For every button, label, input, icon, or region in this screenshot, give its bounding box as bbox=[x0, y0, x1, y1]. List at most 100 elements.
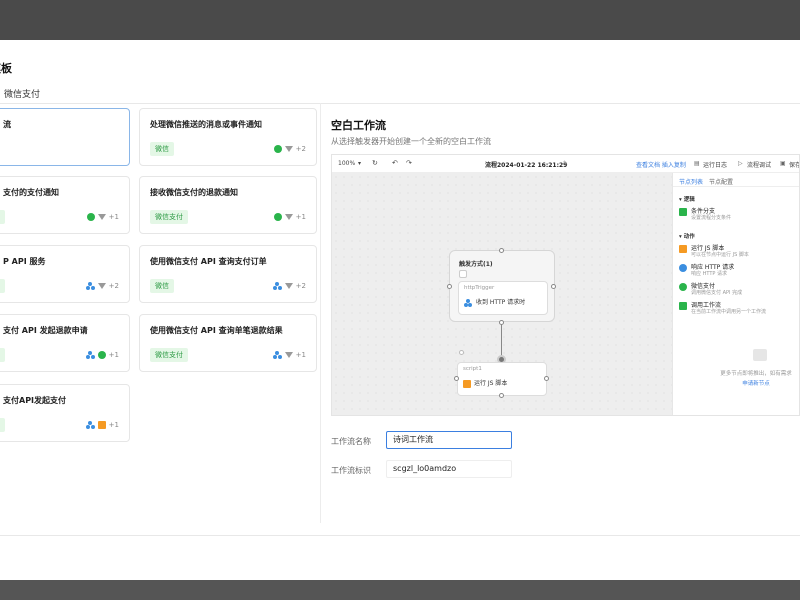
template-card-count: +1 bbox=[108, 213, 119, 221]
template-card-badge bbox=[0, 210, 5, 224]
template-card-count: +1 bbox=[108, 421, 119, 429]
toolbar-links[interactable]: 查看文档 插入复制 bbox=[636, 160, 686, 169]
script-bottom-port[interactable] bbox=[499, 393, 504, 398]
template-card[interactable]: 使用微信支付 API 查询单笔退款结果 微信支付 +1 bbox=[139, 314, 317, 372]
template-card-title: 支付 API 发起退款申请 bbox=[3, 326, 88, 335]
template-card-title: 处理微信推送的消息或事件通知 bbox=[150, 120, 262, 129]
script-node-body: 运行 JS 脚本 bbox=[463, 378, 507, 388]
js-script-icon bbox=[679, 245, 687, 253]
run-log-button[interactable]: 运行日志 bbox=[703, 160, 727, 169]
script-right-port[interactable] bbox=[544, 376, 549, 381]
template-card-title: P API 服务 bbox=[3, 257, 46, 266]
wechat-icon bbox=[273, 145, 282, 153]
node-panel: 节点列表 节点配置 ▾ 逻辑 条件分支 设置流程分支条件 ▾ 动作 运行 JS … bbox=[672, 173, 799, 415]
screen-bottom-band bbox=[0, 580, 800, 600]
node-item-js[interactable]: 运行 JS 脚本 可以在节点中运行 JS 脚本 bbox=[679, 243, 799, 261]
template-card[interactable]: 处理微信推送的消息或事件通知 微信 +2 bbox=[139, 108, 317, 166]
template-card-title: 流 bbox=[3, 120, 11, 129]
http-icon bbox=[679, 264, 687, 272]
wechat-pay-icon bbox=[86, 213, 95, 221]
template-card-count: +1 bbox=[295, 351, 306, 359]
edit-title-icon[interactable]: ✎ bbox=[563, 160, 568, 167]
group-right-port[interactable] bbox=[551, 284, 556, 289]
http-icon bbox=[85, 351, 95, 359]
template-card-title: 使用微信支付 API 查询支付订单 bbox=[150, 257, 267, 266]
modal-title: 模板 bbox=[0, 62, 12, 75]
group-top-port[interactable] bbox=[499, 248, 504, 253]
workflow-name-input[interactable]: 诗词工作流 bbox=[386, 431, 512, 449]
save-button[interactable]: 保存 bbox=[789, 160, 799, 169]
http-icon bbox=[272, 351, 282, 359]
http-icon bbox=[272, 282, 282, 290]
template-card-icons: +2 bbox=[272, 279, 306, 293]
run-log-icon: ▤ bbox=[694, 160, 700, 167]
template-card-count: +2 bbox=[295, 282, 306, 290]
zoom-chevron-icon: ▾ bbox=[358, 160, 362, 167]
flow-canvas[interactable]: 触发方式(1) httpTrigger 收到 HTTP 请求时 script1 bbox=[332, 173, 672, 415]
wechat-pay-icon bbox=[679, 283, 687, 291]
workflow-name-label: 工作流名称 bbox=[331, 437, 371, 446]
tab-node-config[interactable]: 节点配置 bbox=[709, 177, 733, 186]
filter-icon bbox=[284, 146, 293, 152]
filter-icon bbox=[284, 283, 293, 289]
undo-icon[interactable]: ↶ bbox=[392, 159, 398, 167]
node-item-wechat-pay[interactable]: 微信支付 调用微信支付 API 完成 bbox=[679, 281, 799, 299]
template-card[interactable]: 支付的支付通知 +1 bbox=[0, 176, 130, 234]
zoom-select[interactable]: 100% bbox=[338, 160, 355, 167]
template-card[interactable]: P API 服务 +2 bbox=[0, 245, 130, 303]
template-card-title: 使用微信支付 API 查询单笔退款结果 bbox=[150, 326, 283, 335]
connection-line bbox=[501, 322, 502, 357]
script-node[interactable]: script1 运行 JS 脚本 bbox=[457, 362, 547, 396]
tab-wechat-pay[interactable]: 微信支付 bbox=[4, 87, 40, 100]
template-modal: 模板 微信支付 流处理微信推送的消息或事件通知微信+2支付的支付通知+1接收微信… bbox=[0, 40, 800, 580]
node-item-subflow[interactable]: 调用工作流 在当前工作流中调用另一个工作流 bbox=[679, 300, 799, 318]
wechat-pay-icon bbox=[273, 213, 282, 221]
workflow-editor-preview: 100% ▾ ↻ ↶ ↷ 流程2024-01-22 16:21:29 ✎ 查看文… bbox=[331, 154, 800, 416]
http-icon bbox=[85, 421, 95, 429]
template-card[interactable]: 流 bbox=[0, 108, 130, 166]
node-item-http[interactable]: 响应 HTTP 请求 响应 HTTP 请求 bbox=[679, 262, 799, 280]
script-left-port[interactable] bbox=[454, 376, 459, 381]
group-left-port[interactable] bbox=[447, 284, 452, 289]
footer-divider bbox=[0, 535, 800, 536]
template-card-icons: +2 bbox=[85, 279, 119, 293]
trigger-node-head: httpTrigger bbox=[464, 285, 495, 291]
trigger-node-body: 收到 HTTP 请求时 bbox=[464, 297, 525, 307]
trigger-group[interactable]: 触发方式(1) httpTrigger 收到 HTTP 请求时 bbox=[449, 250, 555, 322]
template-card-icons: +1 bbox=[85, 418, 119, 432]
template-card[interactable]: 支付API发起支付 +1 bbox=[0, 384, 130, 442]
template-card-icons: +1 bbox=[86, 210, 119, 224]
refresh-icon[interactable]: ↻ bbox=[372, 159, 378, 167]
workflow-id-input[interactable]: scgzl_lo0amdzo bbox=[386, 460, 512, 478]
branch-icon bbox=[679, 208, 687, 216]
screen-top-band bbox=[0, 0, 800, 40]
debug-button[interactable]: 流程调试 bbox=[747, 160, 771, 169]
redo-icon[interactable]: ↷ bbox=[406, 159, 412, 167]
workflow-id-label: 工作流标识 bbox=[331, 466, 371, 475]
request-node-link[interactable]: 申请新节点 bbox=[713, 379, 799, 387]
template-card[interactable]: 使用微信支付 API 查询支付订单微信 +2 bbox=[139, 245, 317, 303]
group-bottom-port[interactable] bbox=[499, 320, 504, 325]
template-card-badge: 微信 bbox=[150, 279, 174, 293]
js-script-icon bbox=[97, 421, 106, 429]
node-panel-tabs: 节点列表 节点配置 bbox=[673, 173, 799, 187]
template-card[interactable]: 支付 API 发起退款申请 +1 bbox=[0, 314, 130, 372]
empty-hint: 更多节点即将推出，如有需求 申请新节点 bbox=[713, 369, 799, 387]
script-select-handle[interactable] bbox=[459, 350, 464, 355]
template-card[interactable]: 接收微信支付的退款通知 微信支付 +1 bbox=[139, 176, 317, 234]
node-item-condition[interactable]: 条件分支 设置流程分支条件 bbox=[679, 206, 799, 224]
template-card-badge bbox=[0, 418, 5, 432]
http-icon bbox=[464, 298, 473, 307]
template-card-count: +1 bbox=[108, 351, 119, 359]
template-card-icons: +1 bbox=[85, 348, 119, 362]
flow-title: 流程2024-01-22 16:21:29 bbox=[485, 162, 568, 169]
template-card-badge bbox=[0, 279, 5, 293]
template-card-count: +2 bbox=[108, 282, 119, 290]
wechat-pay-icon bbox=[97, 351, 106, 359]
trigger-node[interactable]: httpTrigger 收到 HTTP 请求时 bbox=[458, 281, 548, 315]
template-card-title: 接收微信支付的退款通知 bbox=[150, 188, 238, 197]
template-card-icons: +2 bbox=[273, 142, 306, 156]
template-card-icons: +1 bbox=[272, 348, 306, 362]
editor-toolbar: 100% ▾ ↻ ↶ ↷ 流程2024-01-22 16:21:29 ✎ 查看文… bbox=[332, 155, 799, 173]
tab-node-list[interactable]: 节点列表 bbox=[679, 177, 703, 186]
